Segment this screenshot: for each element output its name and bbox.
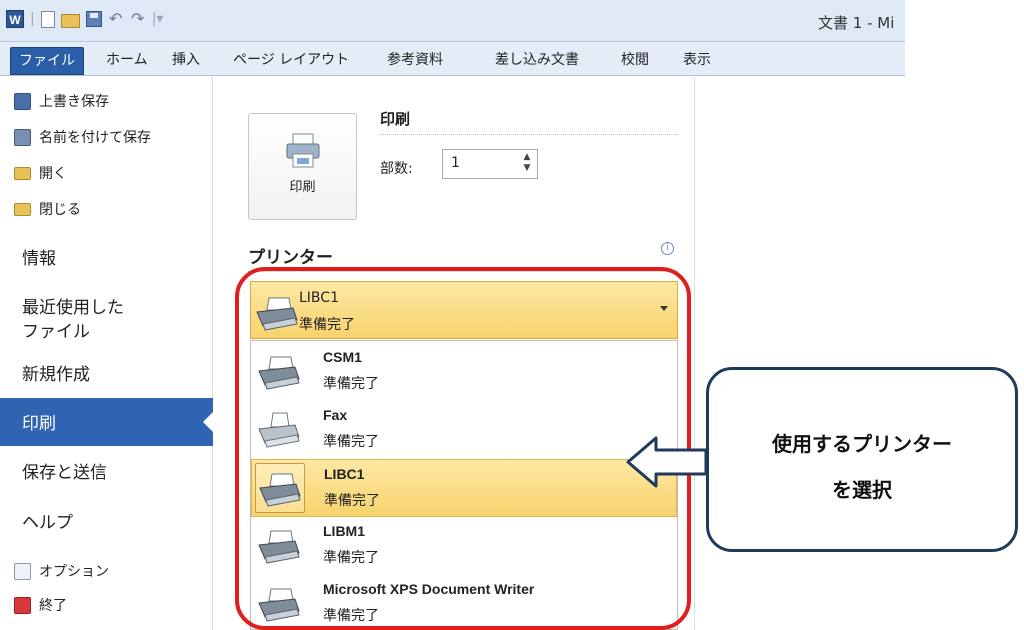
- close-folder-icon: [14, 202, 31, 216]
- tab-insert[interactable]: 挿入: [172, 47, 200, 75]
- toolbar-separator: |: [30, 11, 35, 27]
- nav-close-label: 閉じる: [39, 202, 81, 218]
- nav-print-label: 印刷: [22, 414, 56, 434]
- print-button[interactable]: 印刷: [248, 113, 357, 220]
- printer-section-heading: プリンター: [248, 248, 333, 268]
- nav-recent-line2: ファイル: [22, 322, 90, 342]
- exit-icon: [14, 596, 31, 614]
- open-folder-icon[interactable]: [60, 14, 80, 28]
- print-section-heading: 印刷: [380, 110, 411, 128]
- nav-open-label: 開く: [39, 166, 67, 182]
- nav-open[interactable]: 開く: [14, 161, 67, 185]
- tab-references[interactable]: 参考資料: [387, 47, 443, 75]
- instruction-callout: 使用するプリンター を選択: [706, 367, 1018, 552]
- redo-icon[interactable]: ↷: [130, 10, 146, 28]
- nav-selection-pointer: [203, 412, 213, 432]
- new-document-icon[interactable]: [40, 10, 55, 28]
- ribbon-tabs: ファイル ホーム 挿入 ページ レイアウト 参考資料 差し込み文書 校閲 表示: [0, 42, 905, 76]
- nav-options-label: オプション: [39, 564, 109, 580]
- nav-recent-line1: 最近使用した: [22, 298, 124, 318]
- tab-view[interactable]: 表示: [683, 47, 711, 75]
- section-divider: [380, 134, 678, 135]
- copies-label: 部数:: [380, 161, 413, 177]
- printer-icon: [286, 133, 320, 168]
- nav-exit[interactable]: 終了: [14, 593, 67, 617]
- nav-save-label: 上書き保存: [39, 94, 109, 110]
- nav-exit-label: 終了: [39, 598, 67, 614]
- title-bar: W | ↶ ↷ |▾ 文書 1 - Mi: [0, 0, 905, 42]
- nav-info[interactable]: 情報: [22, 247, 56, 271]
- nav-help[interactable]: ヘルプ: [22, 511, 73, 535]
- callout-line2: を選択: [832, 478, 892, 502]
- nav-save[interactable]: 上書き保存: [14, 89, 109, 113]
- print-button-label: 印刷: [289, 180, 316, 195]
- highlight-frame: [235, 267, 691, 630]
- nav-save-as-label: 名前を付けて保存: [39, 130, 151, 146]
- nav-print[interactable]: 印刷: [0, 398, 213, 446]
- nav-close[interactable]: 閉じる: [14, 197, 81, 221]
- word-app-icon[interactable]: W: [6, 10, 24, 28]
- nav-save-send[interactable]: 保存と送信: [22, 461, 107, 485]
- window-title: 文書 1 - Mi: [818, 14, 895, 32]
- backstage-nav: 上書き保存 名前を付けて保存 開く 閉じる 情報 最近使用した ファイル 新規作…: [0, 77, 213, 630]
- options-icon: [14, 562, 31, 580]
- spin-arrows-icon[interactable]: ▲ ▼: [519, 152, 535, 176]
- tab-page-layout[interactable]: ページ レイアウト: [233, 47, 349, 75]
- callout-line1: 使用するプリンター: [772, 432, 952, 456]
- tab-home[interactable]: ホーム: [106, 47, 148, 75]
- undo-icon[interactable]: ↶: [108, 10, 124, 28]
- copies-stepper[interactable]: 1 ▲ ▼: [442, 149, 538, 179]
- nav-options[interactable]: オプション: [14, 559, 109, 583]
- save-icon: [14, 92, 31, 110]
- tab-review[interactable]: 校閲: [621, 47, 649, 75]
- copies-value: 1: [451, 155, 460, 171]
- tab-mailings[interactable]: 差し込み文書: [495, 47, 579, 75]
- open-folder-icon: [14, 166, 31, 180]
- nav-recent[interactable]: 最近使用した ファイル: [22, 296, 124, 344]
- nav-save-as[interactable]: 名前を付けて保存: [14, 125, 151, 149]
- tab-file[interactable]: ファイル: [10, 47, 84, 75]
- callout-arrow-icon: [626, 436, 708, 488]
- quick-access-toolbar: W | ↶ ↷ |▾: [6, 6, 163, 32]
- info-icon[interactable]: i: [661, 242, 674, 255]
- save-as-icon: [14, 128, 31, 146]
- save-icon[interactable]: [85, 11, 102, 27]
- customize-toolbar-icon[interactable]: |▾: [152, 11, 164, 27]
- nav-new[interactable]: 新規作成: [22, 363, 90, 387]
